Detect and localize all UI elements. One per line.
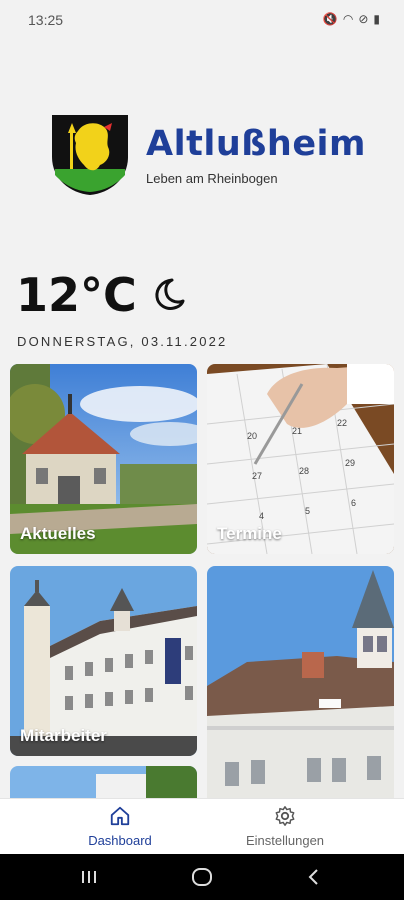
svg-text:6: 6	[351, 498, 356, 508]
tile-termine[interactable]: 20 21 22 27 28 29 456 Termine	[207, 364, 394, 554]
nav-settings-label: Einstellungen	[245, 833, 325, 848]
current-date: DONNERSTAG, 03.11.2022	[17, 334, 228, 349]
wifi-icon: ◠	[342, 12, 354, 26]
mute-icon: 🔇	[322, 12, 338, 26]
status-bar: 13:25 🔇 ◠ ⊘ ▮	[0, 0, 404, 40]
brand-title: Altlußheim	[146, 124, 367, 164]
nav-dashboard-label: Dashboard	[88, 833, 152, 848]
svg-text:28: 28	[299, 466, 309, 476]
back-icon[interactable]	[306, 867, 322, 887]
svg-text:22: 22	[337, 418, 347, 428]
tile-rathaus-image	[207, 566, 394, 806]
status-icons: 🔇 ◠ ⊘ ▮	[323, 12, 380, 26]
logo: Altlußheim Leben am Rheinbogen	[50, 110, 370, 200]
coat-of-arms-icon	[52, 115, 128, 195]
brand-tagline: Leben am Rheinbogen	[146, 171, 278, 186]
tile-rathaus[interactable]	[207, 566, 394, 806]
nav-dashboard[interactable]: Dashboard	[50, 805, 190, 848]
svg-text:27: 27	[252, 471, 262, 481]
system-navigation-bar	[0, 854, 404, 900]
tile-label: Mitarbeiter	[20, 726, 107, 745]
svg-text:29: 29	[345, 458, 355, 468]
battery-icon: ▮	[373, 12, 380, 26]
gear-icon	[275, 806, 295, 826]
recent-apps-icon[interactable]	[80, 868, 98, 886]
status-time: 13:25	[28, 12, 64, 28]
home-button-icon[interactable]	[191, 867, 213, 887]
svg-text:4: 4	[259, 511, 264, 521]
svg-text:20: 20	[247, 431, 257, 441]
tile-label: Aktuelles	[20, 524, 96, 543]
nav-settings[interactable]: Einstellungen	[215, 805, 355, 848]
moon-icon	[155, 278, 185, 310]
dnd-icon: ⊘	[358, 12, 369, 26]
temperature: 12°C	[16, 268, 137, 322]
tile-label: Termine	[217, 524, 282, 543]
home-icon	[110, 806, 130, 826]
tile-mitarbeiter[interactable]: Mitarbeiter	[10, 566, 197, 756]
svg-text:5: 5	[305, 506, 310, 516]
bottom-navigation: Dashboard Einstellungen	[0, 798, 404, 855]
tile-aktuelles[interactable]: Aktuelles	[10, 364, 197, 554]
